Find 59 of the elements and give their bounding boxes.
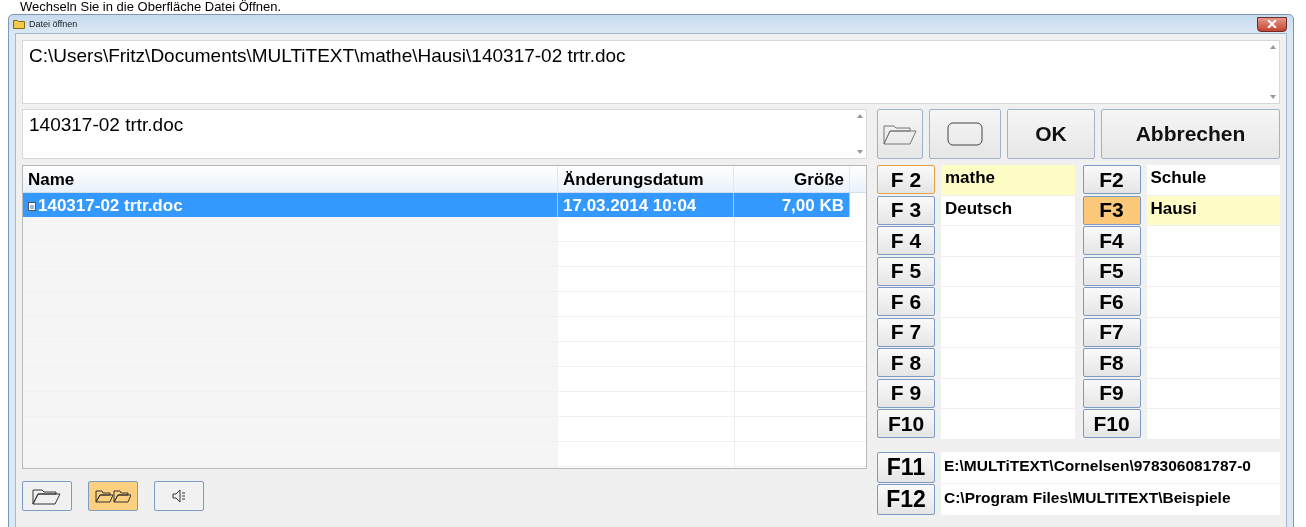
function-key-button[interactable]: F5 xyxy=(1082,256,1141,286)
toolbar-button[interactable] xyxy=(22,481,72,511)
function-key-button[interactable]: F7 xyxy=(1082,317,1141,347)
open-folder-button[interactable] xyxy=(877,109,923,159)
file-date: 17.03.2014 10:04 xyxy=(558,193,734,217)
function-key-button[interactable]: F10 xyxy=(877,409,935,438)
blank-button[interactable] xyxy=(929,109,1001,159)
function-key-button[interactable]: F 5 xyxy=(877,256,935,286)
dialog-button[interactable]: OK xyxy=(1007,109,1095,159)
function-key-button[interactable]: F11 xyxy=(877,451,935,483)
window-title: Datei öffnen xyxy=(29,19,78,29)
up-arrow-icon xyxy=(1270,45,1276,49)
function-key-button[interactable]: F 8 xyxy=(877,348,935,377)
folder-slot[interactable]: Deutsch xyxy=(941,195,1075,226)
file-size: 7,00 KB xyxy=(734,193,850,217)
filename-text: 140317-02 trtr.doc xyxy=(28,113,185,137)
column-header[interactable]: Größe xyxy=(734,166,850,192)
folder-slot[interactable]: Schule xyxy=(1146,165,1280,196)
function-key-button[interactable]: F 9 xyxy=(877,378,935,408)
filename-field[interactable]: 140317-02 trtr.doc xyxy=(22,109,867,159)
up-arrow-icon xyxy=(857,114,863,118)
folder-icon xyxy=(883,123,917,145)
toolbar-button[interactable] xyxy=(154,481,204,511)
speaker-icon xyxy=(171,488,187,504)
function-key-button[interactable]: F4 xyxy=(1082,226,1141,255)
function-key-button[interactable]: F 6 xyxy=(877,287,935,316)
function-key-button[interactable]: F8 xyxy=(1082,348,1141,377)
folders-icon xyxy=(95,489,131,503)
function-key-button[interactable]: F12 xyxy=(877,483,935,515)
path-text: C:\Users\Fritz\Documents\MULTiTEXT\mathe\Hausi\140317-02 trtr.doc xyxy=(28,44,627,68)
down-arrow-icon xyxy=(1270,95,1276,99)
path-field[interactable]: C:\Users\Fritz\Documents\MULTiTEXT\mathe\Hausi\140317-02 trtr.doc xyxy=(22,40,1280,104)
column-header[interactable]: Änderungsdatum xyxy=(558,166,734,192)
dialog-button[interactable]: Abbrechen xyxy=(1101,109,1280,159)
folder-slot[interactable] xyxy=(1146,226,1280,257)
function-key-button[interactable]: F10 xyxy=(1082,409,1141,438)
function-key-button[interactable]: F 2 xyxy=(877,165,935,194)
function-key-button[interactable]: F9 xyxy=(1082,378,1141,408)
function-key-button[interactable]: F6 xyxy=(1082,287,1141,316)
file-name: 140317-02 trtr.doc xyxy=(38,196,183,216)
folder-slot[interactable]: Hausi xyxy=(1146,195,1280,226)
column-header[interactable]: Name xyxy=(23,166,558,192)
toolbar-button[interactable] xyxy=(88,481,138,511)
down-arrow-icon xyxy=(857,150,863,154)
function-key-button[interactable]: F2 xyxy=(1082,165,1141,194)
path-slot[interactable]: C:\Program Files\MULTITEXT\Beispiele xyxy=(941,483,1280,515)
function-key-button[interactable]: F3 xyxy=(1082,195,1141,225)
close-icon xyxy=(1267,20,1277,28)
path-slot[interactable]: E:\MULTiTEXT\Cornelsen\978306081787-0 xyxy=(941,451,1280,483)
folder-icon xyxy=(13,19,25,29)
document-icon xyxy=(28,201,36,211)
close-button[interactable] xyxy=(1257,16,1287,32)
rounded-square-icon xyxy=(947,122,983,146)
instruction-text: Wechseln Sie in die Oberfläche Datei Öffnen. xyxy=(19,0,283,14)
function-key-button[interactable]: F 7 xyxy=(877,317,935,347)
function-key-button[interactable]: F 3 xyxy=(877,195,935,225)
function-key-button[interactable]: F 4 xyxy=(877,226,935,255)
folder-icon xyxy=(32,487,62,505)
folder-slot[interactable]: mathe xyxy=(941,165,1075,196)
